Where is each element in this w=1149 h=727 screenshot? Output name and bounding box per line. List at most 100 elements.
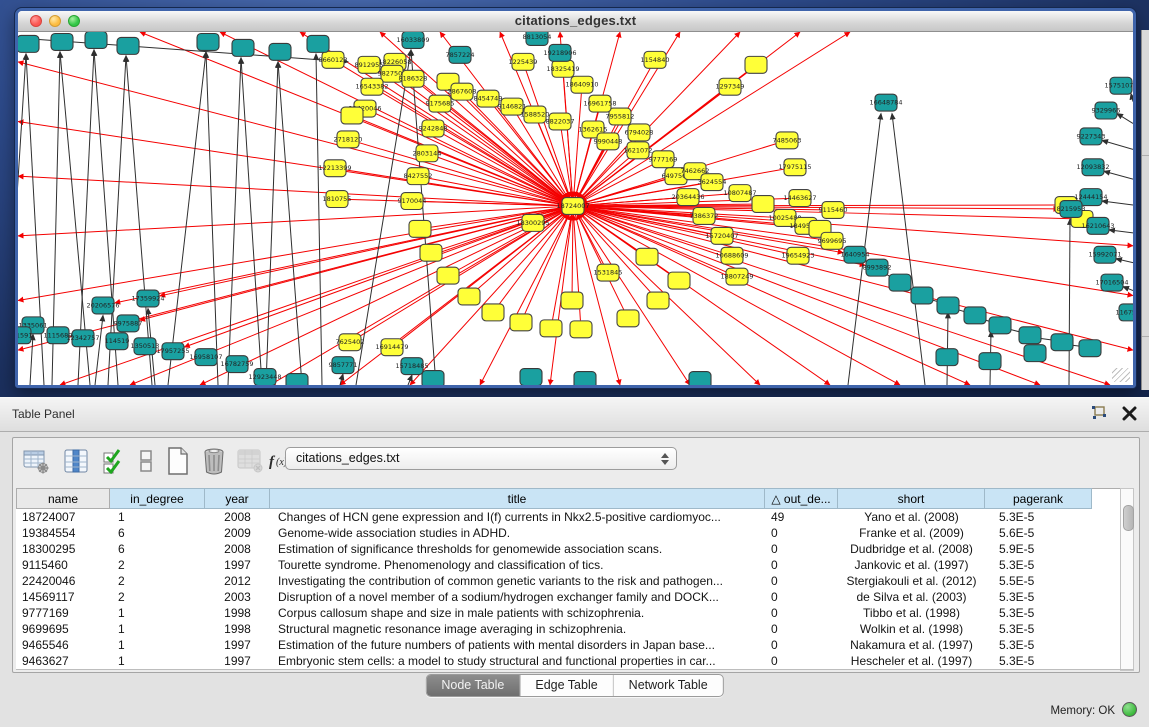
graph-node[interactable] — [668, 272, 690, 289]
graph-node[interactable] — [936, 349, 958, 366]
cell[interactable]: 5.3E-5 — [985, 653, 1092, 669]
cell[interactable]: Genome-wide association studies in ADHD. — [270, 525, 765, 541]
scrollbar-thumb[interactable] — [1123, 505, 1134, 531]
graph-node[interactable] — [570, 321, 592, 338]
cell[interactable]: 0 — [765, 605, 838, 621]
graph-node[interactable] — [458, 288, 480, 305]
table-vertical-scrollbar[interactable] — [1120, 488, 1134, 671]
network-window[interactable]: citations_edges.txt 18724007183002958660… — [15, 8, 1136, 388]
graph-node[interactable] — [18, 35, 39, 52]
graph-node[interactable] — [937, 297, 959, 314]
select-rows-icon[interactable] — [99, 446, 129, 476]
graph-node[interactable] — [437, 267, 459, 284]
cell[interactable]: Dudbridge et al. (2008) — [838, 541, 985, 557]
graph-node[interactable] — [647, 292, 669, 309]
cell[interactable]: 1997 — [205, 637, 270, 653]
cell[interactable]: 5.6E-5 — [985, 525, 1092, 541]
cell[interactable]: Tibbo et al. (1998) — [838, 605, 985, 621]
cell[interactable]: 0 — [765, 525, 838, 541]
cell[interactable]: 14569117 — [16, 589, 110, 605]
graph-node[interactable] — [1019, 327, 1041, 344]
table-row[interactable]: 969969511998Structural magnetic resonanc… — [16, 621, 1120, 637]
cell[interactable]: 5.5E-5 — [985, 573, 1092, 589]
cell[interactable]: 5.3E-5 — [985, 605, 1092, 621]
cell[interactable]: 5.3E-5 — [985, 557, 1092, 573]
cell[interactable]: de Silva et al. (2003) — [838, 589, 985, 605]
cell[interactable]: Nakamura et al. (1997) — [838, 637, 985, 653]
cell[interactable]: 1998 — [205, 621, 270, 637]
network-graph[interactable]: 1872400718300295866012389129551822605898… — [18, 32, 1133, 385]
network-canvas[interactable]: 1872400718300295866012389129551822605898… — [18, 32, 1133, 385]
cell[interactable]: 1997 — [205, 653, 270, 669]
tab-node-table[interactable]: Node Table — [426, 675, 519, 696]
show-columns-icon[interactable] — [61, 446, 91, 476]
table-row[interactable]: 1456911722003Disruption of a novel membe… — [16, 589, 1120, 605]
cell[interactable]: 49 — [765, 509, 838, 525]
cell[interactable]: 6 — [110, 541, 205, 557]
row-height-icon[interactable] — [131, 446, 161, 476]
cell[interactable]: 1 — [110, 509, 205, 525]
graph-node[interactable] — [752, 196, 774, 213]
column-header-in-degree[interactable]: in_degree — [110, 488, 205, 509]
graph-node[interactable] — [911, 287, 933, 304]
graph-node[interactable] — [574, 372, 596, 385]
graph-node[interactable] — [561, 292, 583, 309]
cell[interactable]: 5.9E-5 — [985, 541, 1092, 557]
cell[interactable]: 9463627 — [16, 653, 110, 669]
table-row[interactable]: 911546021997Tourette syndrome. Phenomeno… — [16, 557, 1120, 573]
column-header-short[interactable]: short — [838, 488, 985, 509]
table-row[interactable]: 1938455462009Genome-wide association stu… — [16, 525, 1120, 541]
graph-node[interactable] — [269, 43, 291, 60]
cell[interactable]: 1997 — [205, 557, 270, 573]
graph-node[interactable] — [232, 39, 254, 56]
cell[interactable]: 9699695 — [16, 621, 110, 637]
cell[interactable]: 1 — [110, 605, 205, 621]
table-row[interactable]: 1872400712008Changes of HCN gene express… — [16, 509, 1120, 525]
graph-node[interactable] — [510, 314, 532, 331]
cell[interactable]: 2 — [110, 573, 205, 589]
column-header-title[interactable]: title — [270, 488, 765, 509]
graph-node[interactable] — [51, 33, 73, 50]
cell[interactable]: 1 — [110, 637, 205, 653]
graph-node[interactable] — [409, 220, 431, 237]
cell[interactable]: 2003 — [205, 589, 270, 605]
graph-node[interactable] — [286, 374, 308, 385]
cell[interactable]: 0 — [765, 557, 838, 573]
cell[interactable]: 2008 — [205, 541, 270, 557]
cell[interactable]: 1 — [110, 653, 205, 669]
cell[interactable]: Changes of HCN gene expression and I(f) … — [270, 509, 765, 525]
table-panel-header[interactable]: Table Panel — [0, 397, 1149, 432]
graph-node[interactable] — [964, 307, 986, 324]
graph-node[interactable] — [520, 369, 542, 385]
cell[interactable]: Structural magnetic resonance image aver… — [270, 621, 765, 637]
tab-network-table[interactable]: Network Table — [613, 675, 723, 696]
cell[interactable]: 1998 — [205, 605, 270, 621]
graph-node[interactable] — [307, 35, 329, 52]
graph-node[interactable] — [689, 372, 711, 385]
cell[interactable]: 6 — [110, 525, 205, 541]
cell[interactable]: 19384554 — [16, 525, 110, 541]
float-panel-icon[interactable] — [1090, 405, 1108, 421]
cell[interactable]: Tourette syndrome. Phenomenology and cla… — [270, 557, 765, 573]
graph-node[interactable] — [540, 320, 562, 337]
cell[interactable]: 2012 — [205, 573, 270, 589]
cell[interactable]: 5.3E-5 — [985, 637, 1092, 653]
cell[interactable]: Disruption of a novel member of a sodium… — [270, 589, 765, 605]
cell[interactable]: 5.3E-5 — [985, 589, 1092, 605]
column-header-year[interactable]: year — [205, 488, 270, 509]
cell[interactable]: 18300295 — [16, 541, 110, 557]
graph-node[interactable] — [1051, 334, 1073, 351]
graph-node[interactable] — [617, 310, 639, 327]
cell[interactable]: 2 — [110, 589, 205, 605]
cell[interactable]: Estimation of the future numbers of pati… — [270, 637, 765, 653]
cell[interactable]: 5.3E-5 — [985, 621, 1092, 637]
cell[interactable]: Franke et al. (2009) — [838, 525, 985, 541]
table-settings-icon[interactable] — [21, 446, 51, 476]
table-row[interactable]: 2242004622012Investigating the contribut… — [16, 573, 1120, 589]
graph-node[interactable] — [636, 248, 658, 265]
graph-node[interactable] — [482, 304, 504, 321]
graph-node[interactable] — [889, 274, 911, 291]
cell[interactable]: 9115460 — [16, 557, 110, 573]
graph-node[interactable] — [117, 37, 139, 54]
table-row[interactable]: 946362711997Embryonic stem cells: a mode… — [16, 653, 1120, 669]
